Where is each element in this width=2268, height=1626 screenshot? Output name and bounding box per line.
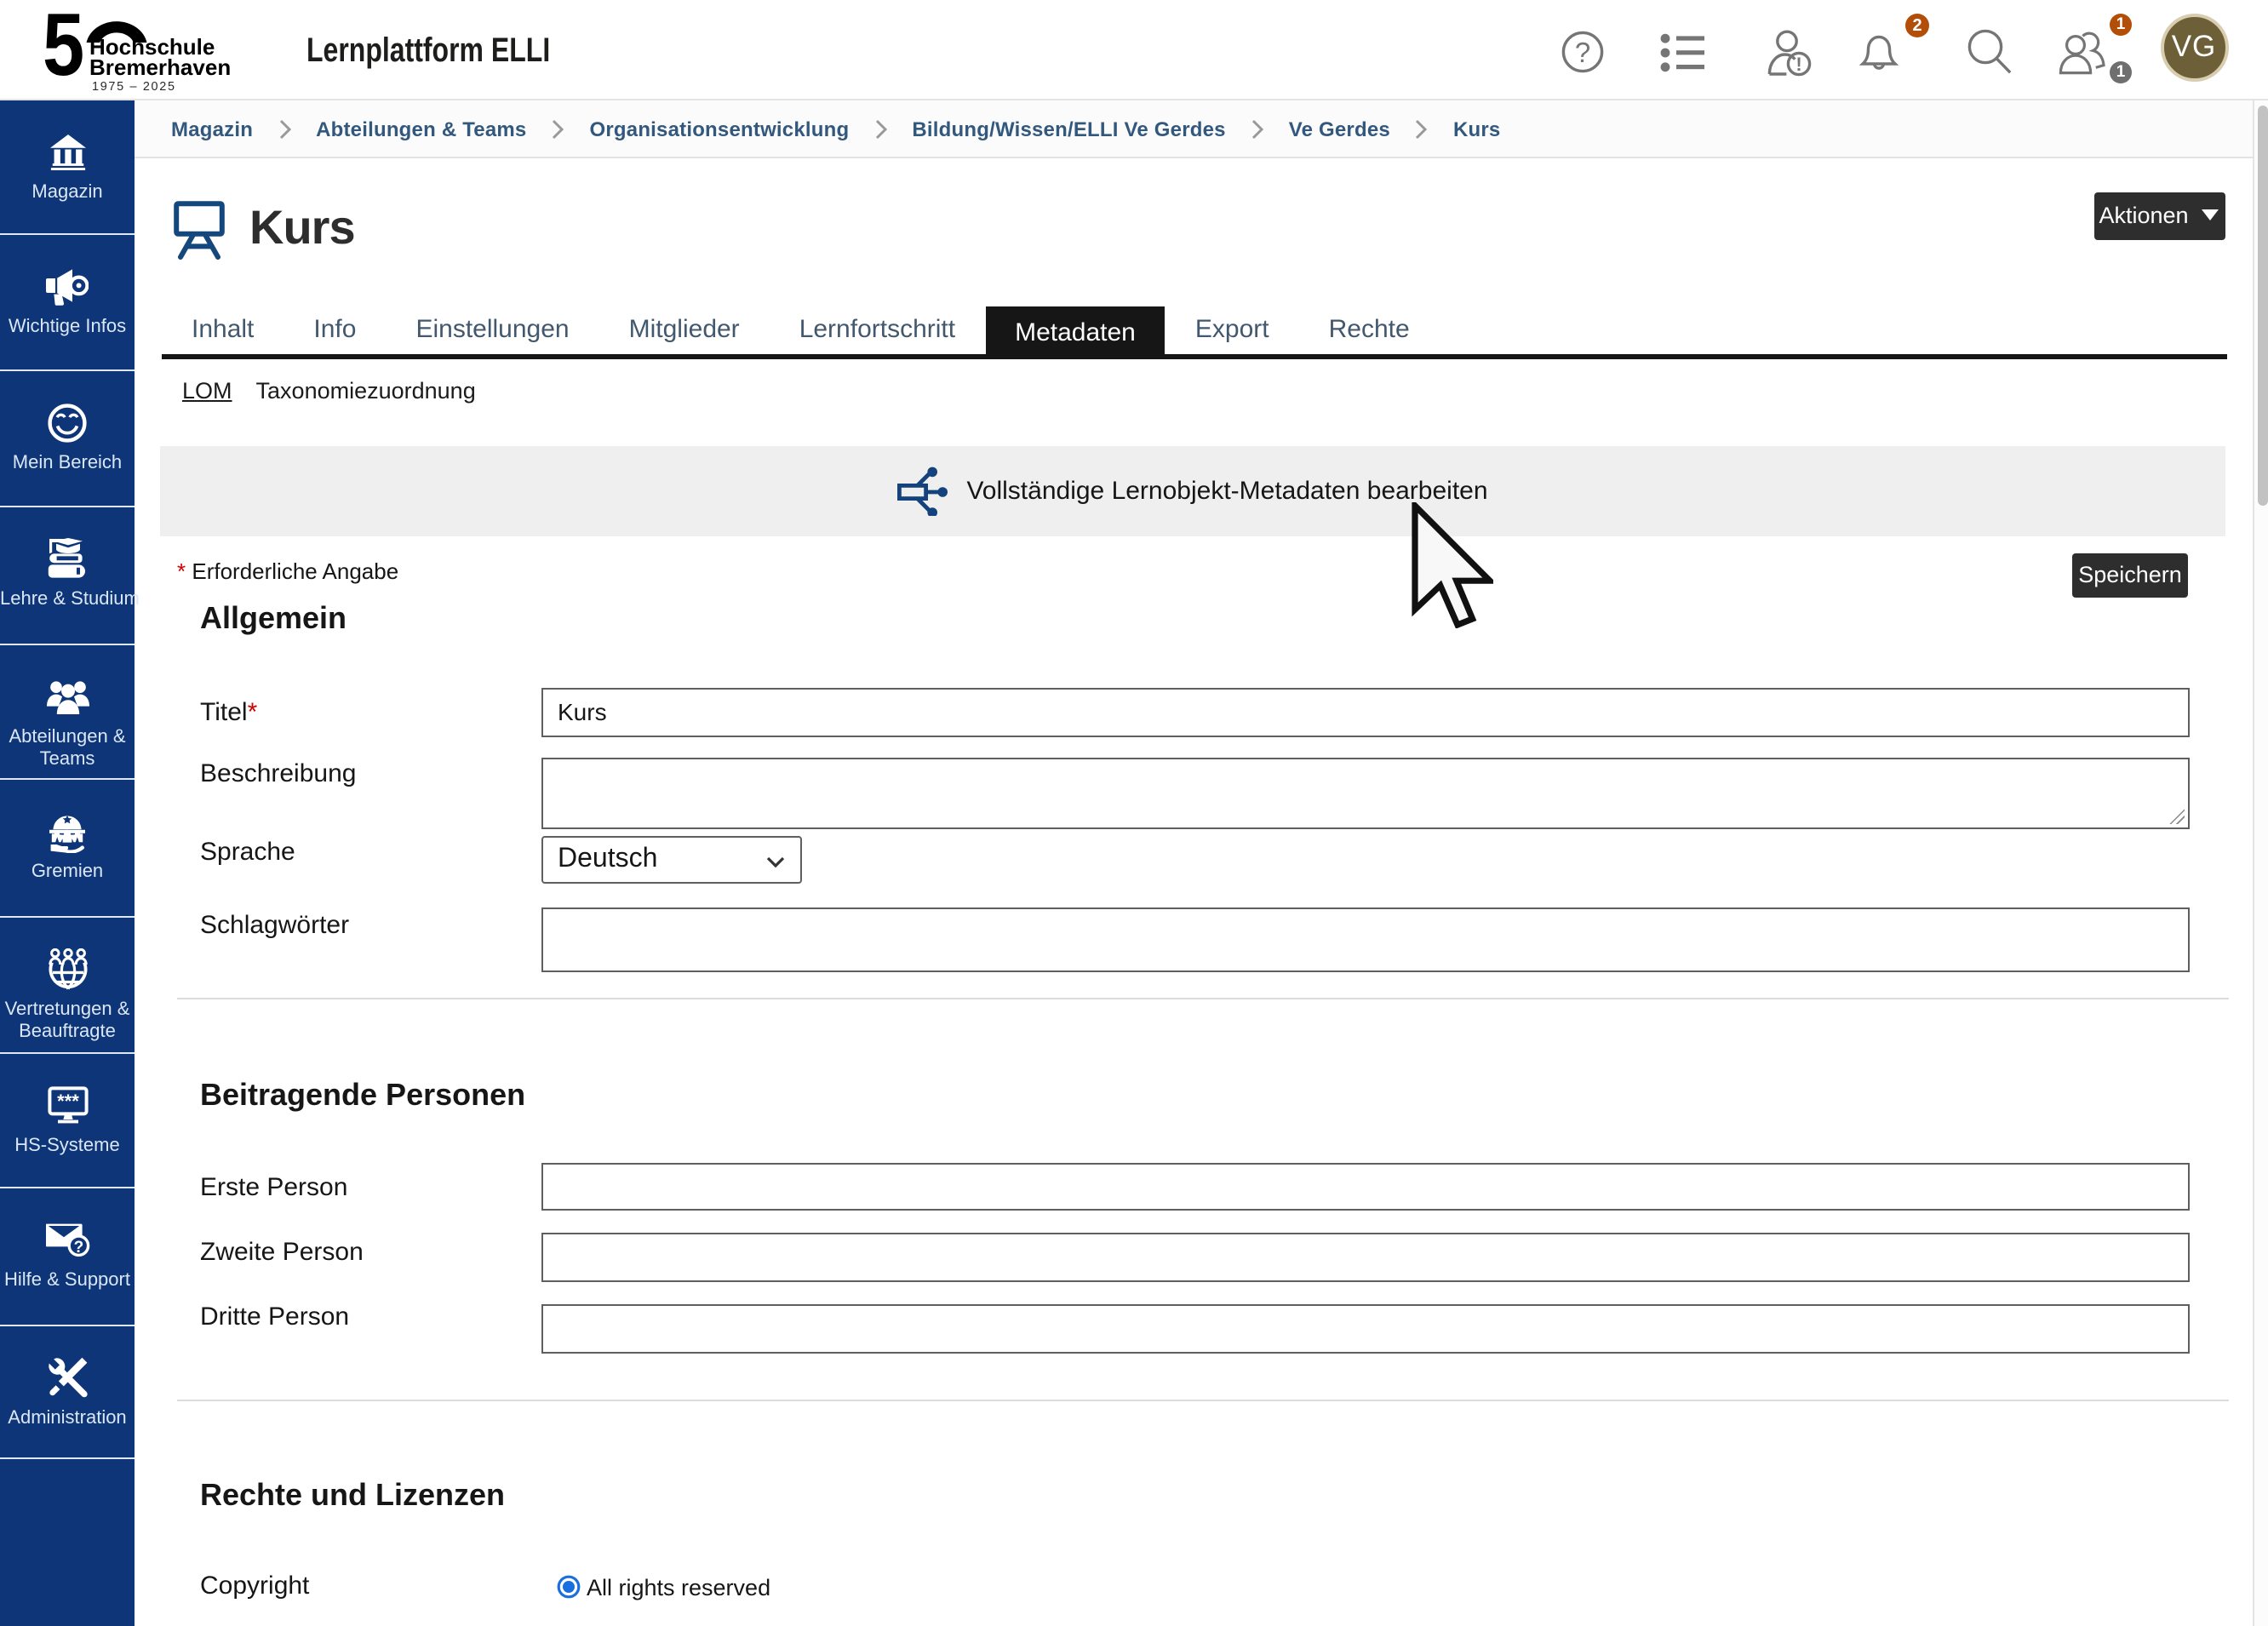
svg-text:***: *** — [56, 1091, 78, 1112]
svg-text:!: ! — [1796, 54, 1801, 75]
svg-text:?: ? — [73, 1238, 83, 1256]
svg-text:?: ? — [1575, 37, 1590, 68]
